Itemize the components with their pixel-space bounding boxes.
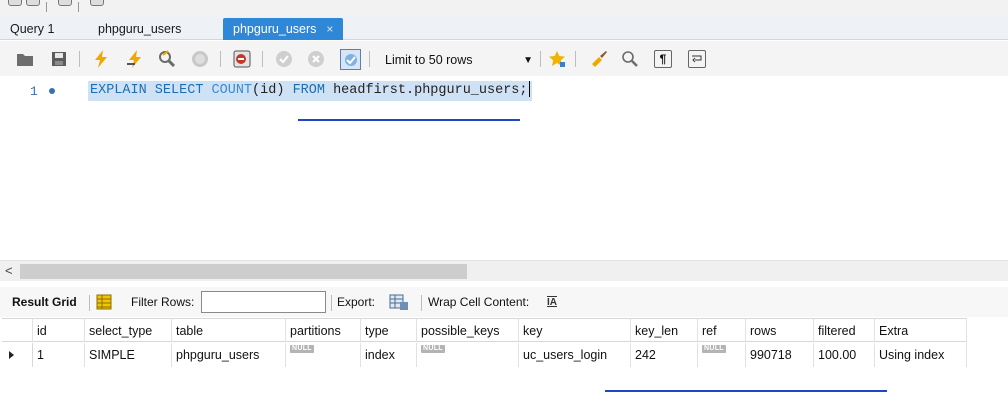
cropped-icon — [26, 0, 40, 6]
annotation-underline — [298, 119, 520, 121]
cell-rows[interactable]: 990718 — [746, 343, 814, 367]
filter-rows-label: Filter Rows: — [131, 295, 195, 309]
toolbar-separator — [575, 51, 576, 67]
cropped-icon — [58, 0, 72, 6]
null-badge: NULL — [702, 345, 726, 353]
export-icon[interactable] — [389, 293, 409, 310]
text-cursor — [528, 81, 530, 98]
toolbar-separator — [89, 295, 90, 311]
tab-label: Query 1 — [10, 22, 55, 36]
column-header-filtered[interactable]: filtered — [814, 318, 875, 342]
cropped-icon — [8, 0, 22, 6]
cell-type[interactable]: index — [361, 343, 417, 367]
toolbar-separator — [540, 51, 541, 67]
line-number: 1 — [30, 84, 38, 99]
chevron-down-icon: ▼ — [523, 55, 533, 66]
save-icon[interactable] — [50, 50, 68, 68]
statement-marker-icon — [49, 88, 55, 94]
toolbar-separator — [369, 51, 370, 67]
column-header-id[interactable]: id — [33, 318, 85, 342]
cropped-icon — [90, 0, 104, 6]
column-header-extra[interactable]: Extra — [875, 318, 967, 342]
open-folder-icon[interactable] — [16, 50, 34, 68]
column-header-key-len[interactable]: key_len — [631, 318, 698, 342]
toolbar-separator — [46, 2, 47, 12]
toolbar-separator — [78, 2, 79, 12]
toolbar-separator — [262, 51, 263, 67]
execute-current-icon[interactable] — [126, 50, 144, 68]
rollback-icon[interactable] — [307, 50, 325, 68]
column-header-ref[interactable]: ref — [698, 318, 746, 342]
sql-keyword: EXPLAIN SELECT — [90, 83, 204, 98]
query-tab-bar: Query 1 phpguru_users phpguru_users × — [0, 15, 1008, 40]
row-header-cell[interactable] — [2, 343, 33, 367]
annotation-underline — [605, 390, 887, 392]
tab-label: phpguru_users — [233, 22, 317, 36]
cell-id[interactable]: 1 — [33, 343, 85, 367]
scroll-left-icon[interactable]: < — [5, 263, 13, 278]
toolbar-separator — [421, 295, 422, 311]
cell-filtered[interactable]: 100.00 — [814, 343, 875, 367]
column-header-key[interactable]: key — [519, 318, 631, 342]
column-header-table[interactable]: table — [172, 318, 286, 342]
sql-function: COUNT — [211, 83, 253, 98]
column-header-type[interactable]: type — [361, 318, 417, 342]
result-grid-label[interactable]: Result Grid — [12, 294, 77, 311]
current-row-pointer-icon — [9, 351, 14, 359]
top-toolbar-fragment — [0, 0, 1008, 15]
grid-layout-icon[interactable] — [96, 294, 114, 311]
explain-magnifier-icon[interactable] — [158, 50, 176, 68]
sql-statement[interactable]: EXPLAIN SELECT COUNT(id) FROM headfirst.… — [88, 81, 532, 101]
column-header-possible-keys[interactable]: possible_keys — [417, 318, 519, 342]
execute-lightning-icon[interactable] — [92, 50, 110, 68]
cell-table[interactable]: phpguru_users — [172, 343, 286, 367]
tab-phpguru-users-active[interactable]: phpguru_users × — [223, 18, 344, 40]
sql-args: (id) — [252, 83, 285, 98]
wrap-icon[interactable] — [688, 50, 706, 68]
tab-label: phpguru_users — [98, 22, 182, 36]
tab-phpguru-users-1[interactable]: phpguru_users — [88, 18, 191, 40]
limit-rows-select[interactable]: Limit to 50 rows ▼ — [372, 50, 540, 69]
null-badge: NULL — [421, 345, 445, 353]
cell-ref[interactable]: NULL — [698, 343, 746, 367]
limit-rows-label: Limit to 50 rows — [385, 53, 473, 67]
cell-partitions[interactable]: NULL — [286, 343, 361, 367]
cell-extra[interactable]: Using index — [875, 343, 967, 367]
find-icon[interactable] — [621, 50, 639, 68]
horizontal-scrollbar[interactable]: < — [0, 260, 1008, 281]
column-header-select-type[interactable]: select_type — [85, 318, 172, 342]
beautify-brush-icon[interactable] — [590, 50, 608, 68]
commit-icon[interactable] — [275, 50, 293, 68]
cell-key-len[interactable]: 242 — [631, 343, 698, 367]
filter-rows-input[interactable] — [201, 291, 326, 313]
result-toolbar: Result Grid Filter Rows: Export: Wrap Ce… — [0, 287, 1008, 317]
toggle-error-icon[interactable] — [233, 50, 251, 68]
toolbar-separator — [79, 51, 80, 67]
autocommit-icon[interactable] — [340, 49, 361, 70]
toolbar-separator — [331, 295, 332, 311]
wrap-cell-icon[interactable]: IA — [547, 294, 557, 311]
row-header-cell — [2, 318, 33, 342]
scrollbar-thumb[interactable] — [20, 264, 467, 279]
sql-editor-toolbar: Limit to 50 rows ▼ ¶ — [0, 41, 1008, 76]
tab-query-1[interactable]: Query 1 — [0, 18, 64, 40]
cell-possible-keys[interactable]: NULL — [417, 343, 519, 367]
export-label: Export: — [337, 295, 376, 309]
column-header-partitions[interactable]: partitions — [286, 318, 361, 342]
column-header-rows[interactable]: rows — [746, 318, 814, 342]
tab-close-icon[interactable]: × — [326, 22, 333, 36]
invisible-chars-icon[interactable]: ¶ — [654, 50, 672, 68]
sql-editor[interactable]: 1 EXPLAIN SELECT COUNT(id) FROM headfirs… — [0, 76, 1008, 259]
cell-key[interactable]: uc_users_login — [519, 343, 631, 367]
favorites-star-icon[interactable] — [548, 50, 566, 68]
null-badge: NULL — [290, 345, 314, 353]
stop-icon[interactable] — [191, 50, 209, 68]
cell-select-type[interactable]: SIMPLE — [85, 343, 172, 367]
sql-table: headfirst.phpguru_users; — [333, 83, 528, 98]
wrap-cell-content-label: Wrap Cell Content: — [428, 295, 530, 309]
toolbar-separator — [220, 51, 221, 67]
sql-keyword: FROM — [292, 83, 325, 98]
